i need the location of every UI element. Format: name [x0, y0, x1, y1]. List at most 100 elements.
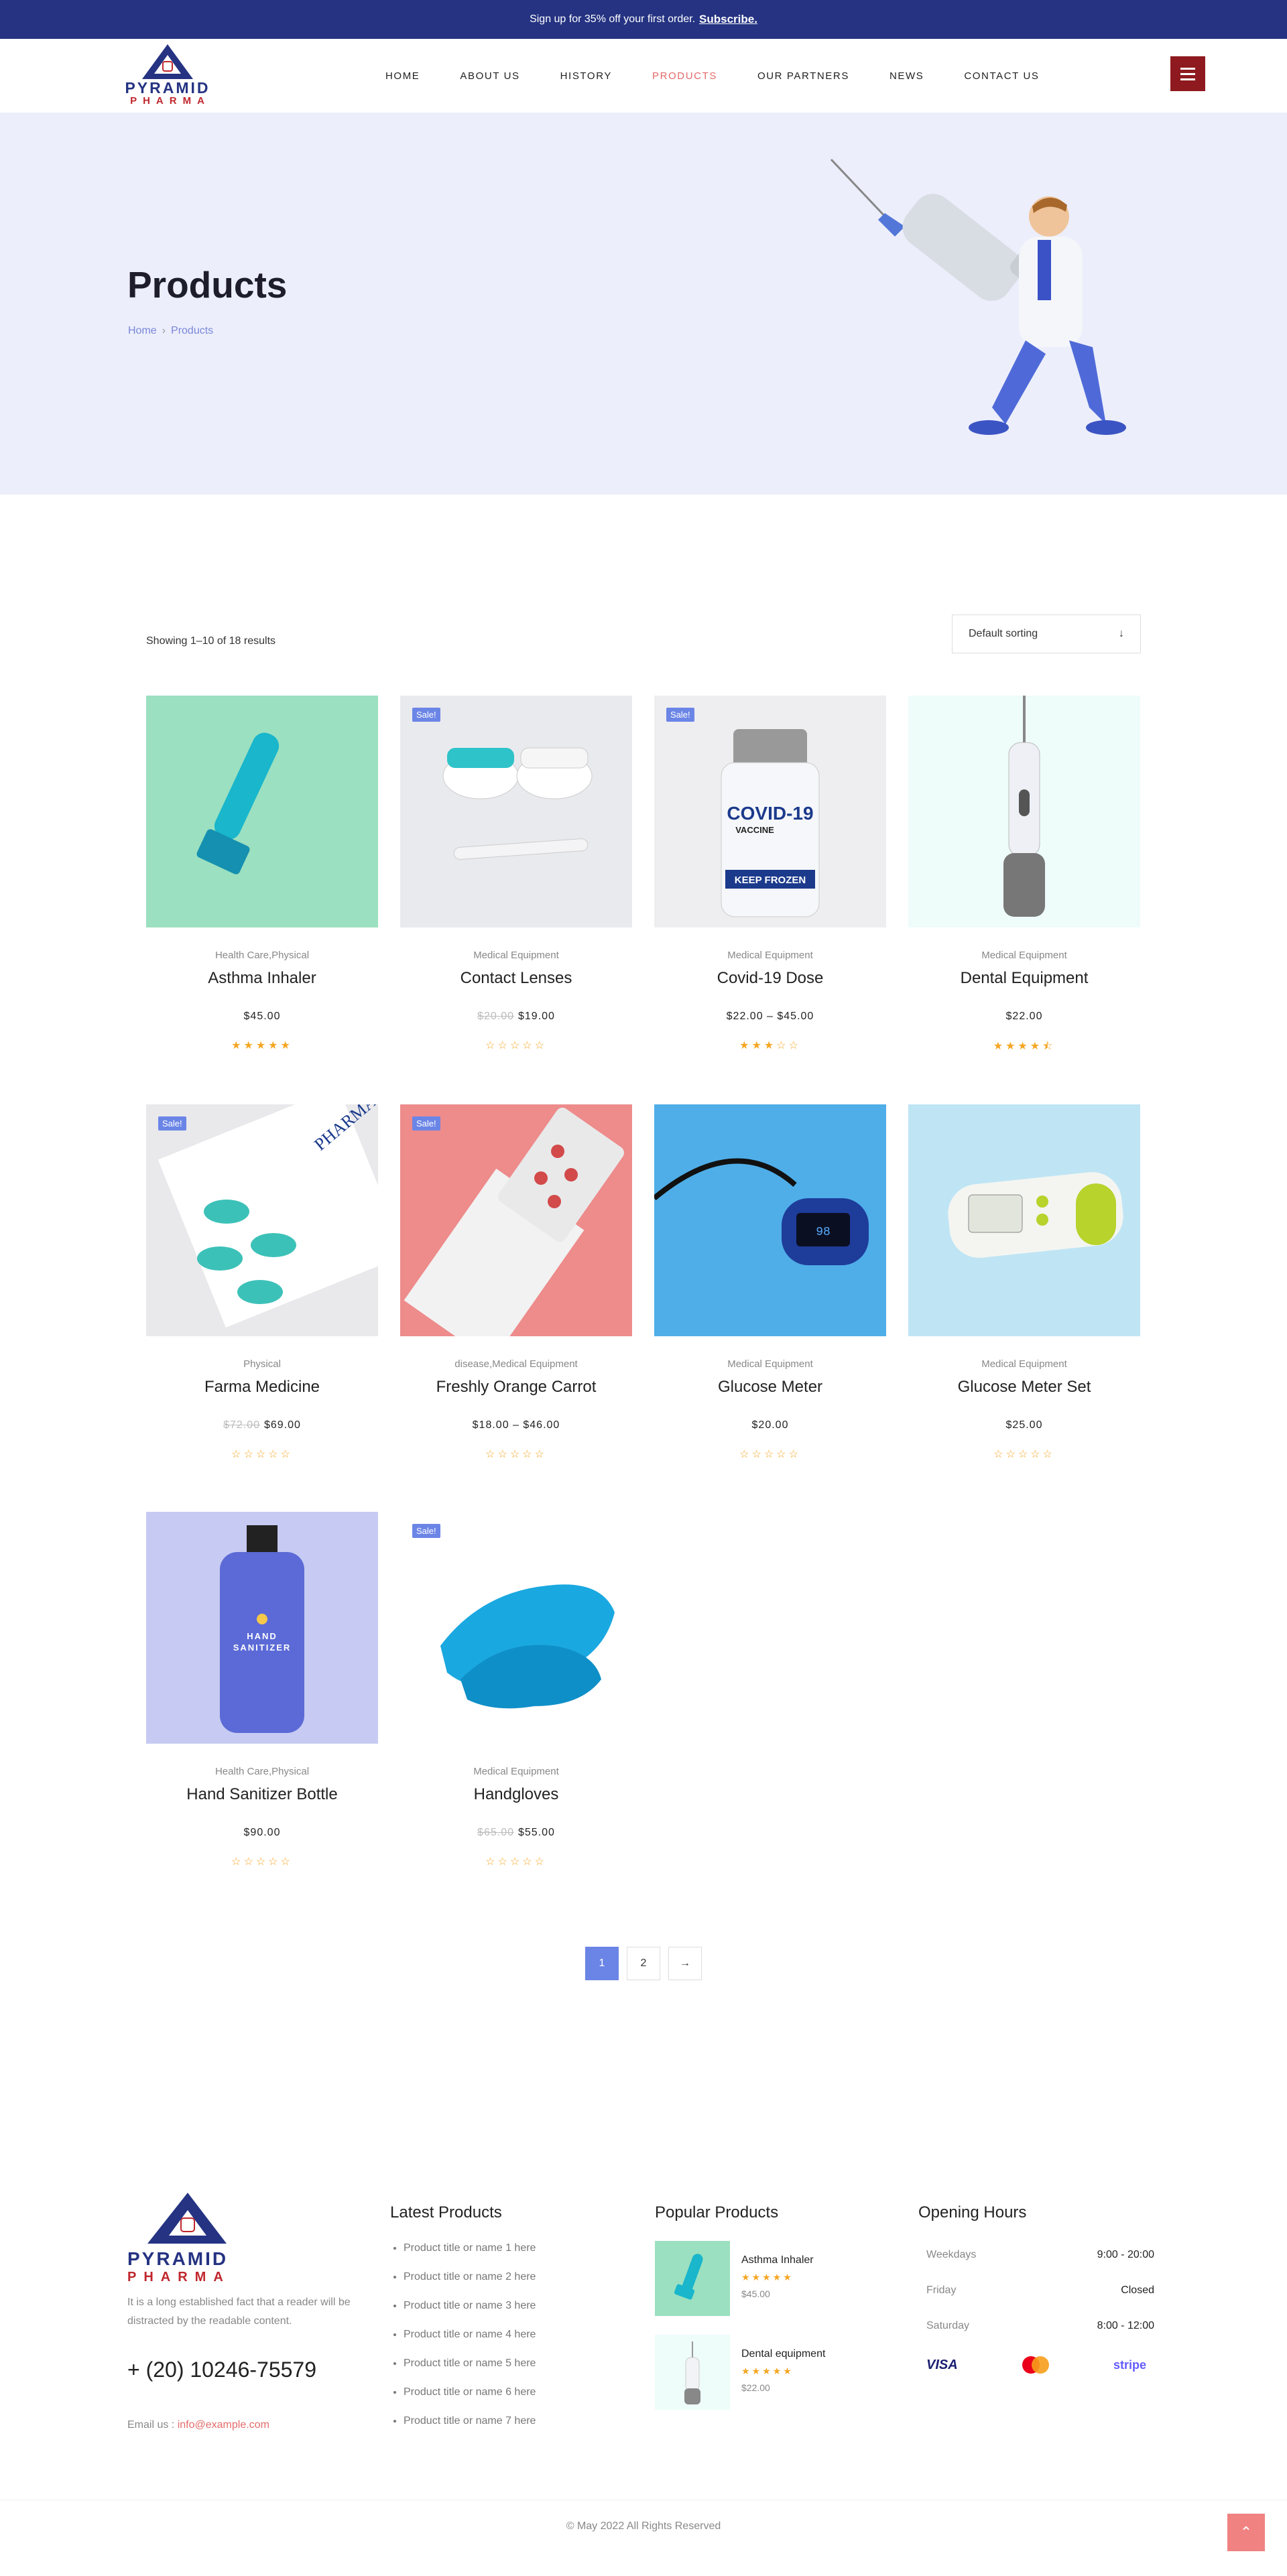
nav-history[interactable]: HISTORY — [540, 70, 632, 82]
product-card[interactable]: Sale! Medical Equipment Contact Lenses $20.… — [400, 696, 632, 1052]
chevron-right-icon: › — [162, 325, 166, 336]
latest-product-link[interactable]: Product title or name 7 here — [404, 2415, 536, 2427]
product-current-price: $22.00 – $45.00 — [726, 1011, 814, 1022]
product-image[interactable]: HAND SANITIZER — [146, 1512, 378, 1744]
product-image[interactable]: Sale! — [400, 1512, 632, 1744]
product-current-price: $45.00 — [243, 1011, 281, 1022]
sale-badge: Sale! — [666, 708, 694, 722]
product-card[interactable]: Sale! disease,Medical Equipment Freshly Or… — [400, 1104, 632, 1461]
latest-product-link[interactable]: Product title or name 4 here — [404, 2329, 536, 2341]
arrow-down-icon: ↓ — [1119, 628, 1124, 639]
latest-product-link[interactable]: Product title or name 3 here — [404, 2300, 536, 2312]
next-page-link[interactable]: → — [668, 1947, 702, 1980]
hours-time: Closed — [1121, 2284, 1154, 2296]
latest-product-link[interactable]: Product title or name 2 here — [404, 2271, 536, 2283]
product-image[interactable]: Sale! — [400, 1104, 632, 1336]
product-title[interactable]: Asthma Inhaler — [146, 969, 378, 988]
product-photo-icon — [948, 1172, 1123, 1258]
announcement-bar: Sign up for 35% off your first order. Su… — [0, 0, 1287, 39]
nav-home[interactable]: HOME — [365, 70, 440, 82]
product-category[interactable]: Medical Equipment — [908, 950, 1140, 961]
product-title[interactable]: Freshly Orange Carrot — [400, 1378, 632, 1397]
popular-product-name: Dental equipment — [741, 2348, 826, 2360]
nav-news[interactable]: NEWS — [869, 70, 944, 82]
footer-email-address: info@example.com — [177, 2419, 269, 2431]
product-card[interactable]: Medical Equipment Glucose Meter Set $25.00… — [908, 1104, 1140, 1461]
product-category[interactable]: Health Care,Physical — [146, 950, 378, 961]
product-image[interactable] — [908, 696, 1140, 927]
menu-toggle-button[interactable] — [1170, 56, 1205, 91]
breadcrumb-current: Products — [171, 325, 214, 336]
page-1-link[interactable]: 1 — [585, 1947, 619, 1980]
product-old-price: $20.00 — [477, 1011, 514, 1022]
product-price: $25.00 — [908, 1419, 1140, 1431]
popular-product-thumb — [655, 2241, 730, 2316]
product-current-price: $55.00 — [518, 1827, 555, 1838]
footer-email-link[interactable]: info@example.com — [178, 2419, 269, 2431]
product-image[interactable]: Sale! — [400, 696, 632, 927]
svg-text:98: 98 — [816, 1226, 831, 1239]
product-card[interactable]: HAND SANITIZER Health Care,Physical Hand Sa… — [146, 1512, 378, 1868]
footer-logo[interactable]: PYRAMID PHARMA — [127, 2191, 248, 2285]
product-image[interactable]: COVID-19 VACCINE KEEP FROZEN Sale! — [654, 696, 886, 927]
product-card[interactable]: COVID-19 VACCINE KEEP FROZEN Sale! Medical E… — [654, 696, 886, 1052]
product-title[interactable]: Dental Equipment — [908, 969, 1140, 988]
product-category[interactable]: Medical Equipment — [654, 1358, 886, 1370]
result-count: Showing 1–10 of 18 results — [146, 635, 276, 647]
sort-select[interactable]: Default sorting ↓ — [952, 615, 1141, 653]
popular-product-item[interactable]: Asthma Inhaler ★★★★★ $45.00 — [655, 2241, 825, 2316]
product-image[interactable] — [908, 1104, 1140, 1336]
site-logo[interactable]: PYRAMID PHARMA — [117, 41, 218, 111]
product-card[interactable]: Health Care,Physical Asthma Inhaler $45.00… — [146, 696, 378, 1052]
product-category[interactable]: Medical Equipment — [654, 950, 886, 961]
subscribe-link[interactable]: Subscribe. — [699, 13, 757, 26]
inhaler-image-icon — [674, 2254, 703, 2300]
product-photo-icon: PHARMA — [158, 1104, 378, 1328]
product-category[interactable]: Medical Equipment — [400, 1766, 632, 1777]
opening-hours-heading: Opening Hours — [918, 2203, 1027, 2221]
product-category[interactable]: Medical Equipment — [400, 950, 632, 961]
page-2-link[interactable]: 2 — [627, 1947, 660, 1980]
product-title[interactable]: Glucose Meter Set — [908, 1378, 1140, 1397]
nav-about-us[interactable]: ABOUT US — [440, 70, 540, 82]
breadcrumb-home[interactable]: Home — [128, 325, 157, 336]
product-card[interactable]: Sale! Medical Equipment Handgloves $65.00 $5… — [400, 1512, 632, 1868]
product-category[interactable]: Health Care,Physical — [146, 1766, 378, 1777]
svg-text:COVID-19: COVID-19 — [727, 803, 813, 824]
popular-product-item[interactable]: Dental equipment ★★★★★ $22.00 — [655, 2335, 825, 2410]
latest-product-link[interactable]: Product title or name 5 here — [404, 2358, 536, 2370]
product-image[interactable] — [146, 696, 378, 927]
page-banner: Products Home › Products — [0, 113, 1287, 495]
product-title[interactable]: Handgloves — [400, 1785, 632, 1804]
product-category[interactable]: Medical Equipment — [908, 1358, 1140, 1370]
product-title[interactable]: Glucose Meter — [654, 1378, 886, 1397]
breadcrumb: Home › Products — [128, 325, 213, 337]
product-card[interactable]: PHARMA Sale! Physical Farma Medicine $72.00 $… — [146, 1104, 378, 1461]
footer-phone[interactable]: + (20) 10246-75579 — [127, 2358, 362, 2382]
nav-our-partners[interactable]: OUR PARTNERS — [737, 70, 869, 82]
nav-products[interactable]: PRODUCTS — [632, 70, 737, 82]
sale-badge: Sale! — [412, 1116, 440, 1131]
product-title[interactable]: Farma Medicine — [146, 1378, 378, 1397]
visa-icon: VISA — [926, 2357, 958, 2372]
footer-latest-products: Latest Products Product title or name 1 … — [390, 2203, 536, 2444]
product-current-price: $69.00 — [264, 1419, 301, 1431]
product-title[interactable]: Hand Sanitizer Bottle — [146, 1785, 378, 1804]
product-image[interactable]: PHARMA Sale! — [146, 1104, 378, 1336]
product-image[interactable]: 98 — [654, 1104, 886, 1336]
product-old-price: $72.00 — [223, 1419, 260, 1431]
latest-product-link[interactable]: Product title or name 6 here — [404, 2386, 536, 2398]
nav-contact-us[interactable]: CONTACT US — [944, 70, 1059, 82]
product-title[interactable]: Covid-19 Dose — [654, 969, 886, 988]
back-to-top-button[interactable]: ⌃ — [1227, 2514, 1265, 2551]
product-card[interactable]: 98 Medical Equipment Glucose Meter $20.00 ☆☆… — [654, 1104, 886, 1461]
hours-time: 9:00 - 20:00 — [1097, 2249, 1154, 2260]
product-category[interactable]: Physical — [146, 1358, 378, 1370]
shop-toolbar: Showing 1–10 of 18 results Default sorti… — [0, 495, 1287, 696]
product-title[interactable]: Contact Lenses — [400, 969, 632, 988]
latest-product-link[interactable]: Product title or name 1 here — [404, 2242, 536, 2254]
footer-logo-word-pharma: PHARMA — [127, 2270, 231, 2284]
star-rating-icon: ★★★★★ — [741, 2366, 794, 2376]
product-card[interactable]: Medical Equipment Dental Equipment $22.00 ★… — [908, 696, 1140, 1057]
product-category[interactable]: disease,Medical Equipment — [400, 1358, 632, 1370]
